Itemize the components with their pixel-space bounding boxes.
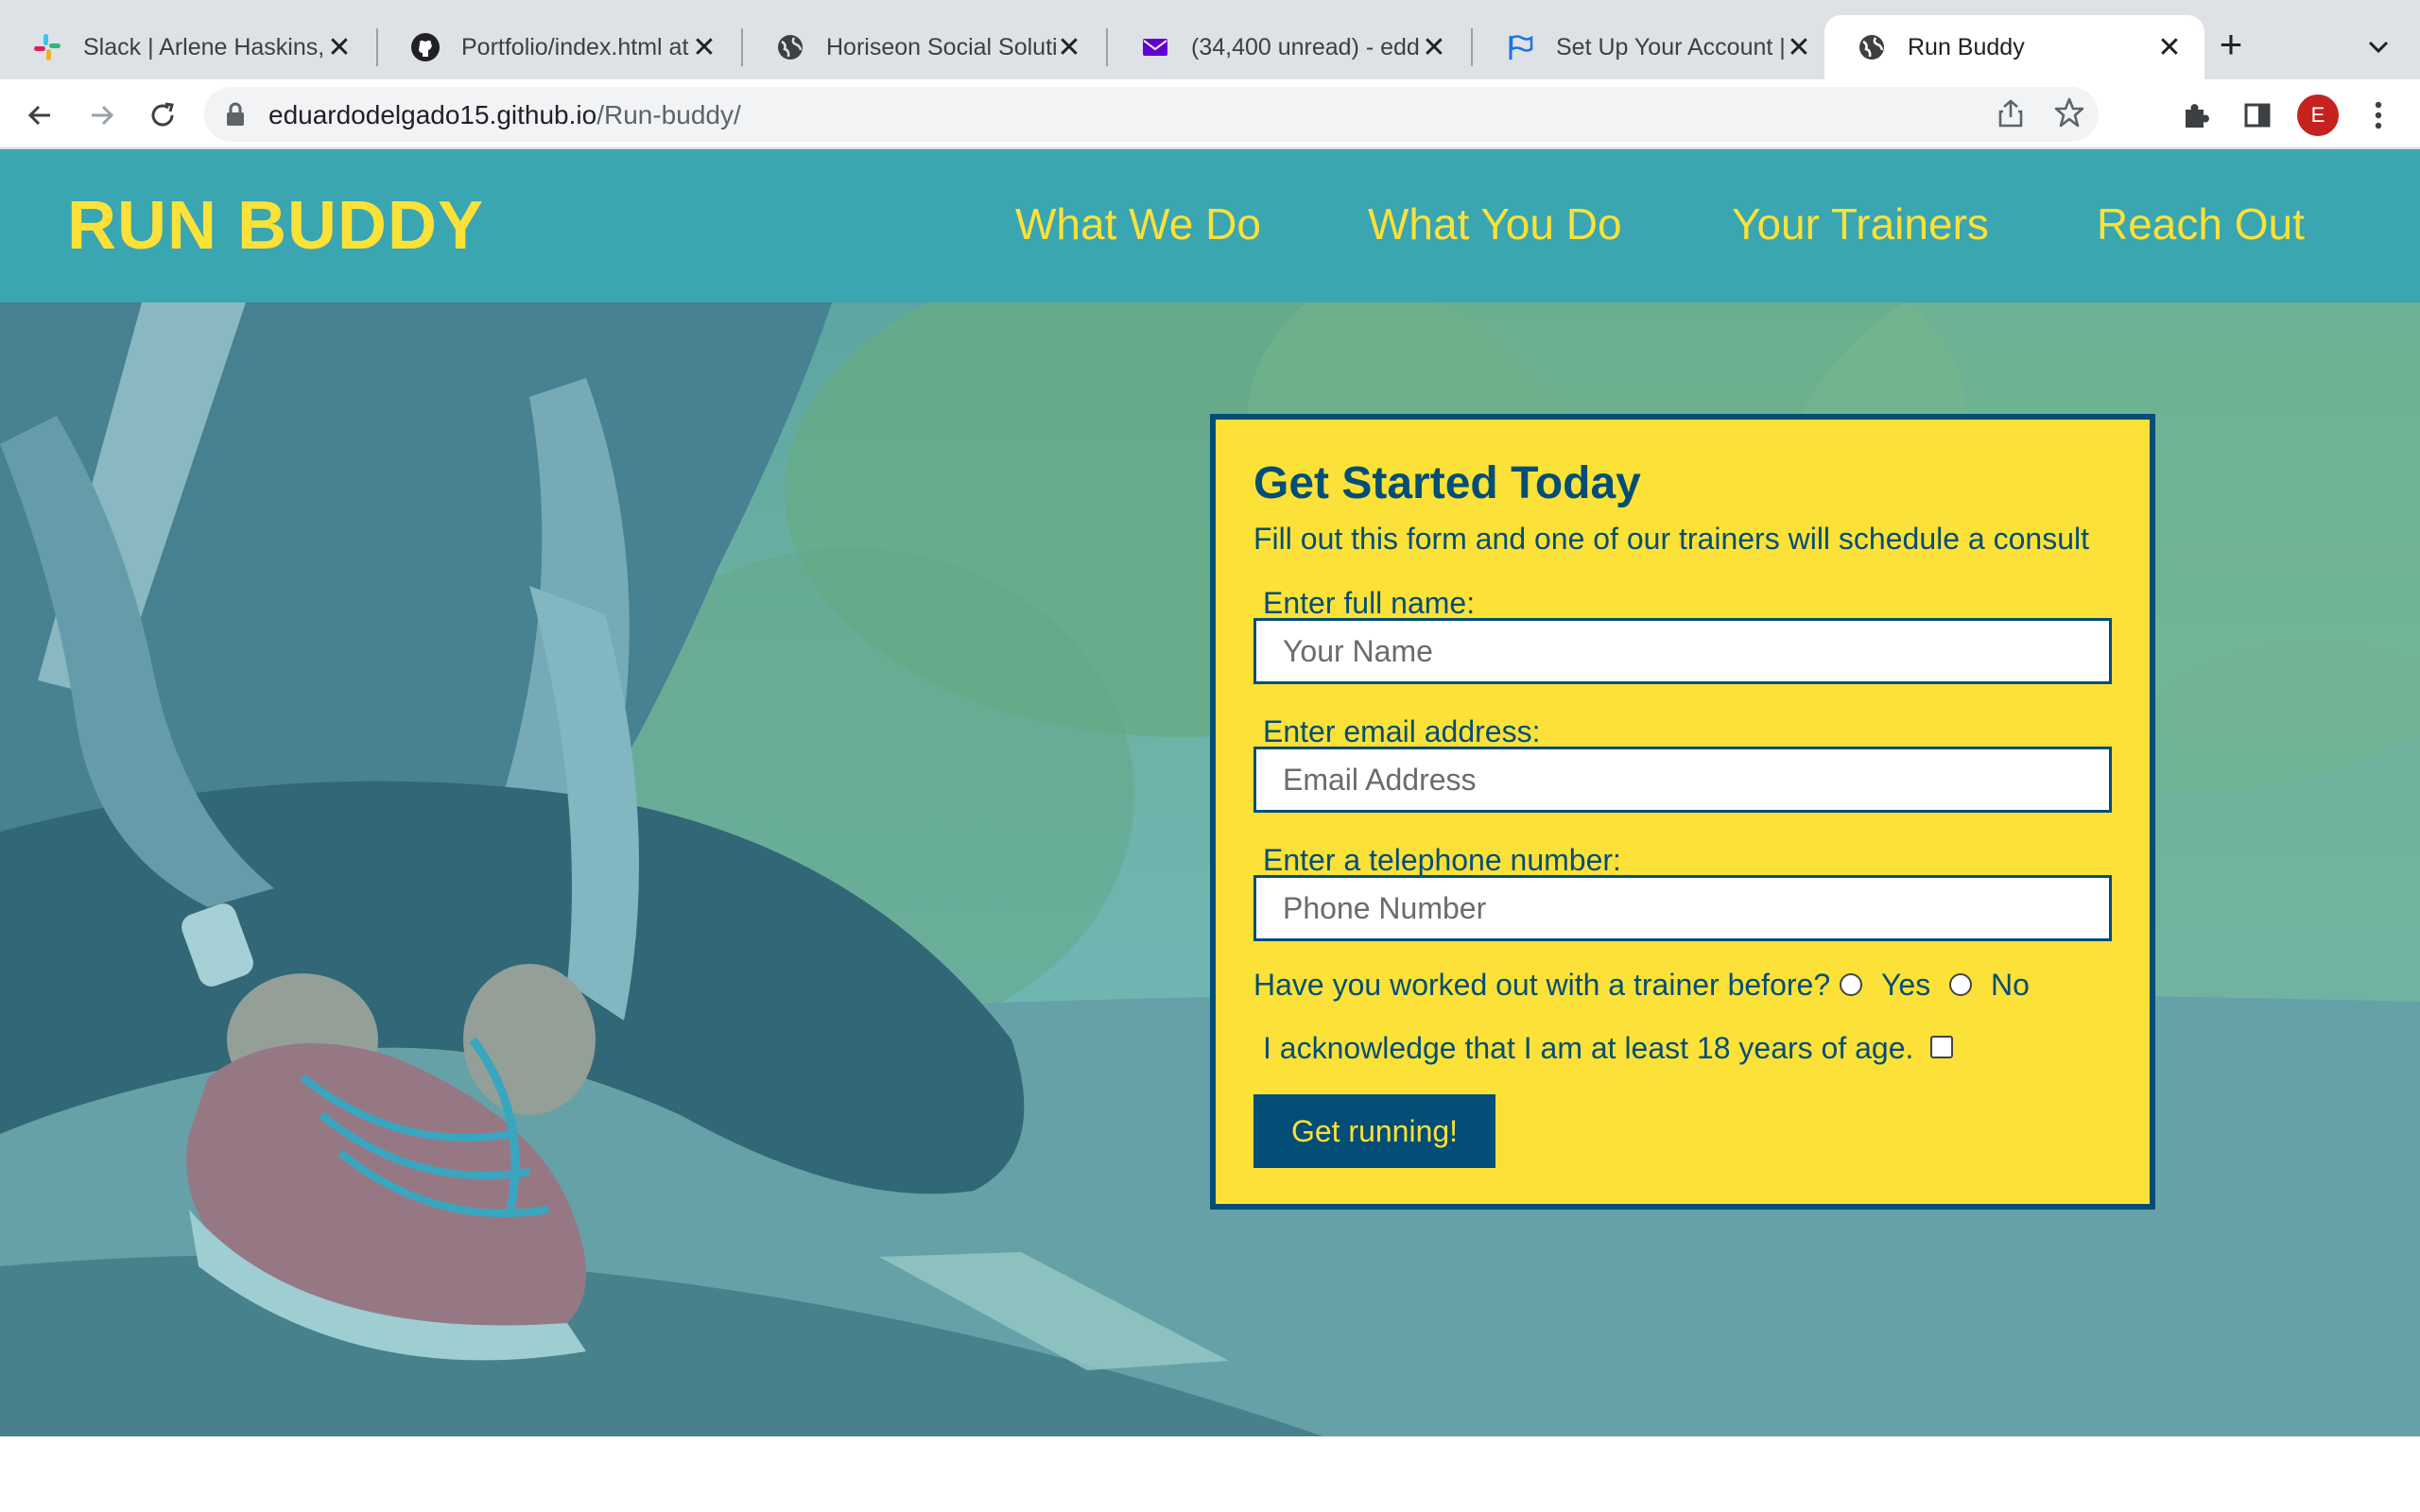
tab-title: Horiseon Social Soluti — [826, 33, 1058, 60]
chevron-down-icon[interactable] — [2360, 28, 2397, 66]
full-name-label: Enter full name: — [1263, 586, 1476, 620]
radio-yes[interactable] — [1840, 973, 1862, 996]
phone-input[interactable] — [1253, 875, 2112, 941]
mail-icon — [1140, 32, 1170, 62]
tab-github[interactable]: Portfolio/index.html at ✕ — [378, 15, 739, 79]
url-domain: eduardodelgado15.github.io — [268, 100, 597, 129]
tab-title: Slack | Arlene Haskins, — [83, 33, 325, 60]
form-subtitle: Fill out this form and one of our traine… — [1253, 522, 2089, 556]
browser-tab-strip: Slack | Arlene Haskins, ✕ Portfolio/inde… — [0, 0, 2420, 79]
bookmark-star-icon[interactable] — [2053, 96, 2085, 133]
age-acknowledge-label: I acknowledge that I am at least 18 year… — [1263, 1031, 1914, 1065]
slack-icon — [32, 32, 62, 62]
globe-icon — [775, 32, 805, 62]
globe-icon — [1857, 32, 1887, 62]
email-label: Enter email address: — [1263, 714, 1541, 748]
address-bar[interactable]: eduardodelgado15.github.io/Run-buddy/ — [204, 87, 2099, 142]
close-icon[interactable]: ✕ — [1783, 31, 1815, 63]
trainer-question: Have you worked out with a trainer befor… — [1253, 968, 1831, 1002]
extensions-icon[interactable] — [2174, 94, 2216, 136]
tab-title: Run Buddy — [1908, 33, 2025, 60]
tab-mail[interactable]: (34,400 unread) - edd ✕ — [1108, 15, 1469, 79]
email-input[interactable] — [1253, 747, 2112, 813]
tab-title: Portfolio/index.html at — [461, 33, 689, 60]
reload-icon[interactable] — [142, 94, 183, 136]
url-path: /Run-buddy/ — [596, 100, 741, 129]
browser-toolbar: eduardodelgado15.github.io/Run-buddy/ E — [0, 79, 2420, 149]
tab-slack[interactable]: Slack | Arlene Haskins, ✕ — [0, 15, 374, 79]
signup-form: Get Started Today Fill out this form and… — [1210, 414, 2155, 1210]
side-panel-icon[interactable] — [2237, 94, 2278, 136]
tab-run-buddy[interactable]: Run Buddy ✕ — [1824, 15, 2204, 79]
site-header: RUN BUDDY What We Do What You Do Your Tr… — [0, 149, 2420, 302]
form-title: Get Started Today — [1253, 458, 1641, 508]
tab-title: (34,400 unread) - edd — [1191, 33, 1420, 60]
nav-your-trainers[interactable]: Your Trainers — [1732, 198, 1989, 249]
share-icon[interactable] — [1996, 98, 2025, 133]
nav-reach-out[interactable]: Reach Out — [2097, 198, 2305, 249]
back-icon[interactable] — [19, 94, 60, 136]
close-icon[interactable]: ✕ — [1418, 31, 1450, 63]
phone-label: Enter a telephone number: — [1263, 843, 1621, 877]
flag-icon — [1505, 32, 1535, 62]
radio-no[interactable] — [1949, 973, 1972, 996]
close-icon[interactable]: ✕ — [688, 31, 720, 63]
close-icon[interactable]: ✕ — [1053, 31, 1085, 63]
tab-title: Set Up Your Account | — [1556, 33, 1786, 60]
github-icon — [410, 32, 441, 62]
new-tab-button[interactable]: + — [2212, 25, 2250, 64]
radio-yes-label[interactable]: Yes — [1881, 968, 1930, 1003]
radio-no-label[interactable]: No — [1991, 968, 2030, 1003]
get-running-button[interactable]: Get running! — [1253, 1094, 1495, 1168]
lock-icon[interactable] — [225, 101, 246, 132]
menu-kebab-icon[interactable] — [2358, 94, 2399, 136]
close-icon[interactable]: ✕ — [2153, 31, 2186, 63]
tab-horiseon[interactable]: Horiseon Social Soluti ✕ — [743, 15, 1104, 79]
url-text: eduardodelgado15.github.io/Run-buddy/ — [268, 100, 741, 130]
nav-what-you-do[interactable]: What You Do — [1368, 198, 1622, 249]
site-logo[interactable]: RUN BUDDY — [67, 187, 484, 265]
nav-what-we-do[interactable]: What We Do — [1015, 198, 1261, 249]
close-icon[interactable]: ✕ — [323, 31, 355, 63]
age-acknowledge-checkbox[interactable] — [1930, 1036, 1953, 1058]
avatar[interactable]: E — [2297, 94, 2339, 136]
full-name-input[interactable] — [1253, 618, 2112, 684]
forward-icon[interactable] — [81, 94, 123, 136]
tab-setup-account[interactable]: Set Up Your Account | ✕ — [1473, 15, 1834, 79]
